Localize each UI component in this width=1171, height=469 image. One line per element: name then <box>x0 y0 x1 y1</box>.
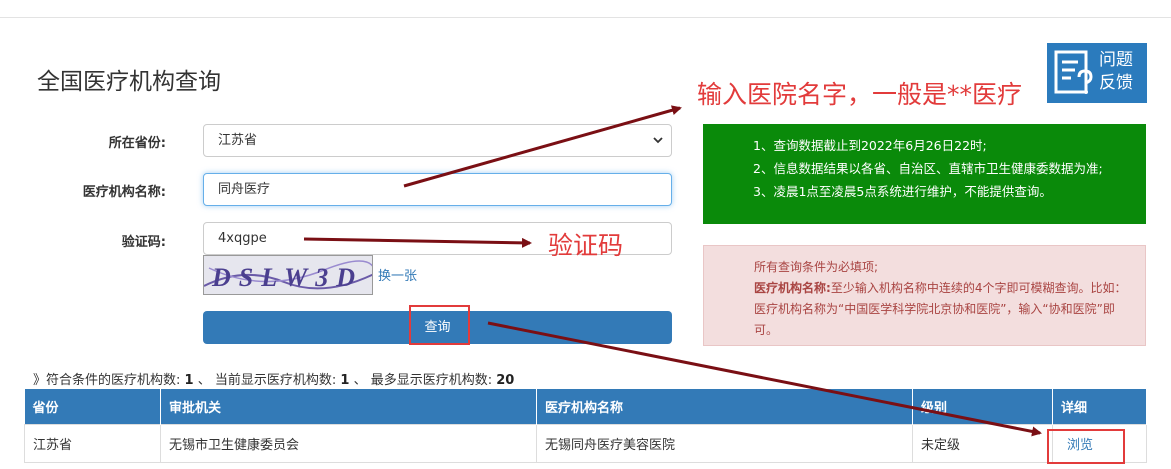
arrow-to-name-hint <box>403 105 682 188</box>
annotation-arrows <box>303 105 1042 437</box>
arrow-to-view-link <box>487 321 1042 437</box>
arrow-to-captcha-hint <box>303 237 532 248</box>
